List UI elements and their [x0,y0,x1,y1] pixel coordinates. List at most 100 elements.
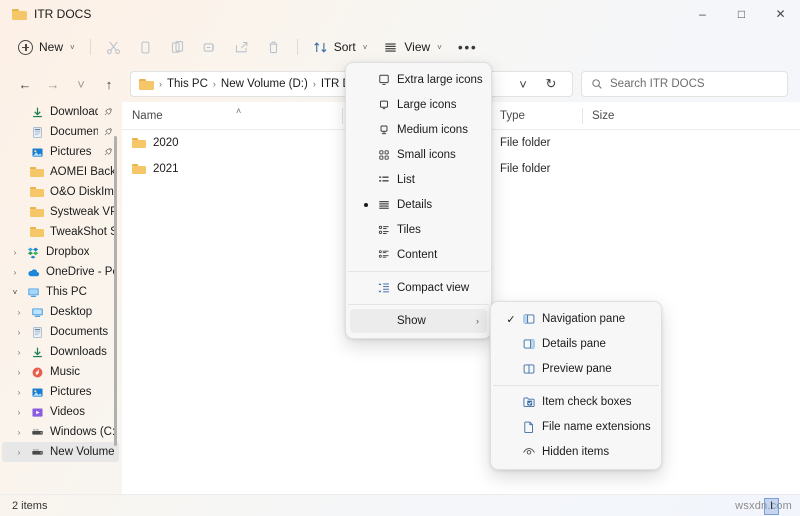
paste-button[interactable] [162,33,194,61]
chevron-right-icon[interactable]: › [14,328,24,337]
sidebar-item-tweakshot-scree[interactable]: TweakShot Scree [2,222,119,242]
sidebar-item-new-volume-d[interactable]: › New Volume (D: [2,442,119,462]
documents-icon [30,325,44,339]
menu-item-extra-large-icons[interactable]: Extra large icons [350,68,487,92]
sidebar-item-windows-c[interactable]: › Windows (C:) [2,422,119,442]
new-button[interactable]: New ˅ [10,33,83,61]
chevron-right-icon: › [476,316,479,326]
window-controls: – □ ✕ [683,0,800,28]
chevron-right-icon[interactable]: › [10,248,20,257]
dropbox-icon [26,245,40,259]
delete-icon [269,41,278,53]
search-input[interactable]: Search ITR DOCS [610,78,705,90]
rename-button[interactable] [194,33,226,61]
sidebar-item-pictures[interactable]: Pictures [2,142,119,162]
sidebar-item-music[interactable]: › Music [2,362,119,382]
chevron-right-icon[interactable]: › [14,448,24,457]
download-icon [30,105,44,119]
command-toolbar: New ˅ Sort ˅ View ˅ ••• [0,28,800,66]
menu-item-preview-pane[interactable]: Preview pane [495,357,657,381]
title-bar: ITR DOCS – □ ✕ [0,0,800,28]
share-button[interactable] [226,33,258,61]
menu-item-small-icons[interactable]: Small icons [350,143,487,167]
sidebar-item-aomei-backupp[interactable]: AOMEI Backupp• [2,162,119,182]
sidebar-item-label: This PC [46,286,87,298]
menu-item-label: Hidden items [542,446,610,458]
sort-button[interactable]: Sort ˅ [305,33,376,61]
sidebar-item-desktop[interactable]: › Desktop [2,302,119,322]
sidebar-item-o-o-diskimage[interactable]: O&O DiskImage [2,182,119,202]
sidebar-item-dropbox[interactable]: › Dropbox [2,242,119,262]
menu-item-medium-icons[interactable]: Medium icons [350,118,487,142]
delete-button[interactable] [258,33,290,61]
breadcrumb-item-this-pc[interactable]: This PC [167,78,208,90]
navigation-pane-scrollbar[interactable] [114,136,117,446]
more-options-button[interactable]: ••• [450,33,486,61]
thispc-icon [26,285,40,299]
tiles-icon [374,223,394,237]
chevron-right-icon[interactable]: › [14,348,24,357]
sidebar-item-documents[interactable]: Documents [2,122,119,142]
refresh-button[interactable]: ↻ [538,71,564,97]
menu-item-navigation-pane[interactable]: ✓ Navigation pane [495,307,657,331]
selected-bullet-icon [358,203,374,207]
back-button[interactable]: ← [12,71,38,97]
sidebar-item-downloads[interactable]: Downloads [2,102,119,122]
menu-item-list[interactable]: List [350,168,487,192]
sidebar-item-systweak-vpn[interactable]: Systweak VPN [2,202,119,222]
chevron-down-icon[interactable]: ˅ [10,288,20,297]
chevron-right-icon[interactable]: › [14,308,24,317]
extra-large-icons-icon [374,73,394,87]
folder-icon [30,165,44,179]
search-box[interactable]: Search ITR DOCS [581,71,788,97]
chevron-right-icon[interactable]: › [14,408,24,417]
forward-button[interactable]: → [40,71,66,97]
minimize-button[interactable]: – [683,0,722,28]
maximize-button[interactable]: □ [722,0,761,28]
breadcrumb-item-new-volume[interactable]: New Volume (D:) [221,78,308,90]
menu-item-hidden-items[interactable]: Hidden items [495,440,657,464]
sidebar-item-label: O&O DiskImage [50,186,115,198]
menu-item-content[interactable]: Content [350,243,487,267]
menu-item-label: Content [397,249,438,261]
close-button[interactable]: ✕ [761,0,800,28]
menu-item-details[interactable]: Details [350,193,487,217]
cut-button[interactable] [98,33,130,61]
menu-item-show[interactable]: Show › [350,309,487,333]
menu-item-large-icons[interactable]: Large icons [350,93,487,117]
rename-icon [203,42,214,52]
sidebar-item-label: Systweak VPN [50,206,115,218]
chevron-right-icon[interactable]: › [14,388,24,397]
file-explorer-window: ITR DOCS – □ ✕ New ˅ Sort ˅ View ˅ ••• ←… [0,0,800,516]
new-button-label: New [39,40,64,54]
share-icon [236,41,248,52]
breadcrumb-separator: › [212,79,216,89]
menu-item-compact-view[interactable]: Compact view [350,276,487,300]
view-button[interactable]: View ˅ [375,33,449,61]
chevron-right-icon[interactable]: › [10,268,20,277]
address-dropdown-button[interactable]: ˅ [510,71,536,97]
copy-button[interactable] [130,33,162,61]
sidebar-item-videos[interactable]: › Videos [2,402,119,422]
sidebar-item-label: TweakShot Scree [50,226,115,238]
recent-locations-button[interactable]: ˅ [68,71,94,97]
menu-item-label: Preview pane [542,363,612,375]
sidebar-item-onedrive-person[interactable]: › OneDrive - Person [2,262,119,282]
plus-circle-icon [18,39,33,55]
sidebar-item-this-pc[interactable]: ˅ This PC [2,282,119,302]
sidebar-item-documents[interactable]: › Documents [2,322,119,342]
column-header-size[interactable]: Size [582,102,674,130]
chevron-down-icon: ˅ [362,42,368,52]
menu-item-details-pane[interactable]: Details pane [495,332,657,356]
chevron-right-icon[interactable]: › [14,428,24,437]
menu-item-tiles[interactable]: Tiles [350,218,487,242]
sidebar-item-downloads[interactable]: › Downloads [2,342,119,362]
column-header-name[interactable]: Name [122,102,342,130]
chevron-down-icon: ˅ [70,42,75,52]
menu-item-file-name-extensions[interactable]: File name extensions [495,415,657,439]
up-button[interactable]: ↑ [96,71,122,97]
menu-item-item-check-boxes[interactable]: Item check boxes [495,390,657,414]
sidebar-item-pictures[interactable]: › Pictures [2,382,119,402]
chevron-right-icon[interactable]: › [14,368,24,377]
column-header-type[interactable]: Type [490,102,582,130]
